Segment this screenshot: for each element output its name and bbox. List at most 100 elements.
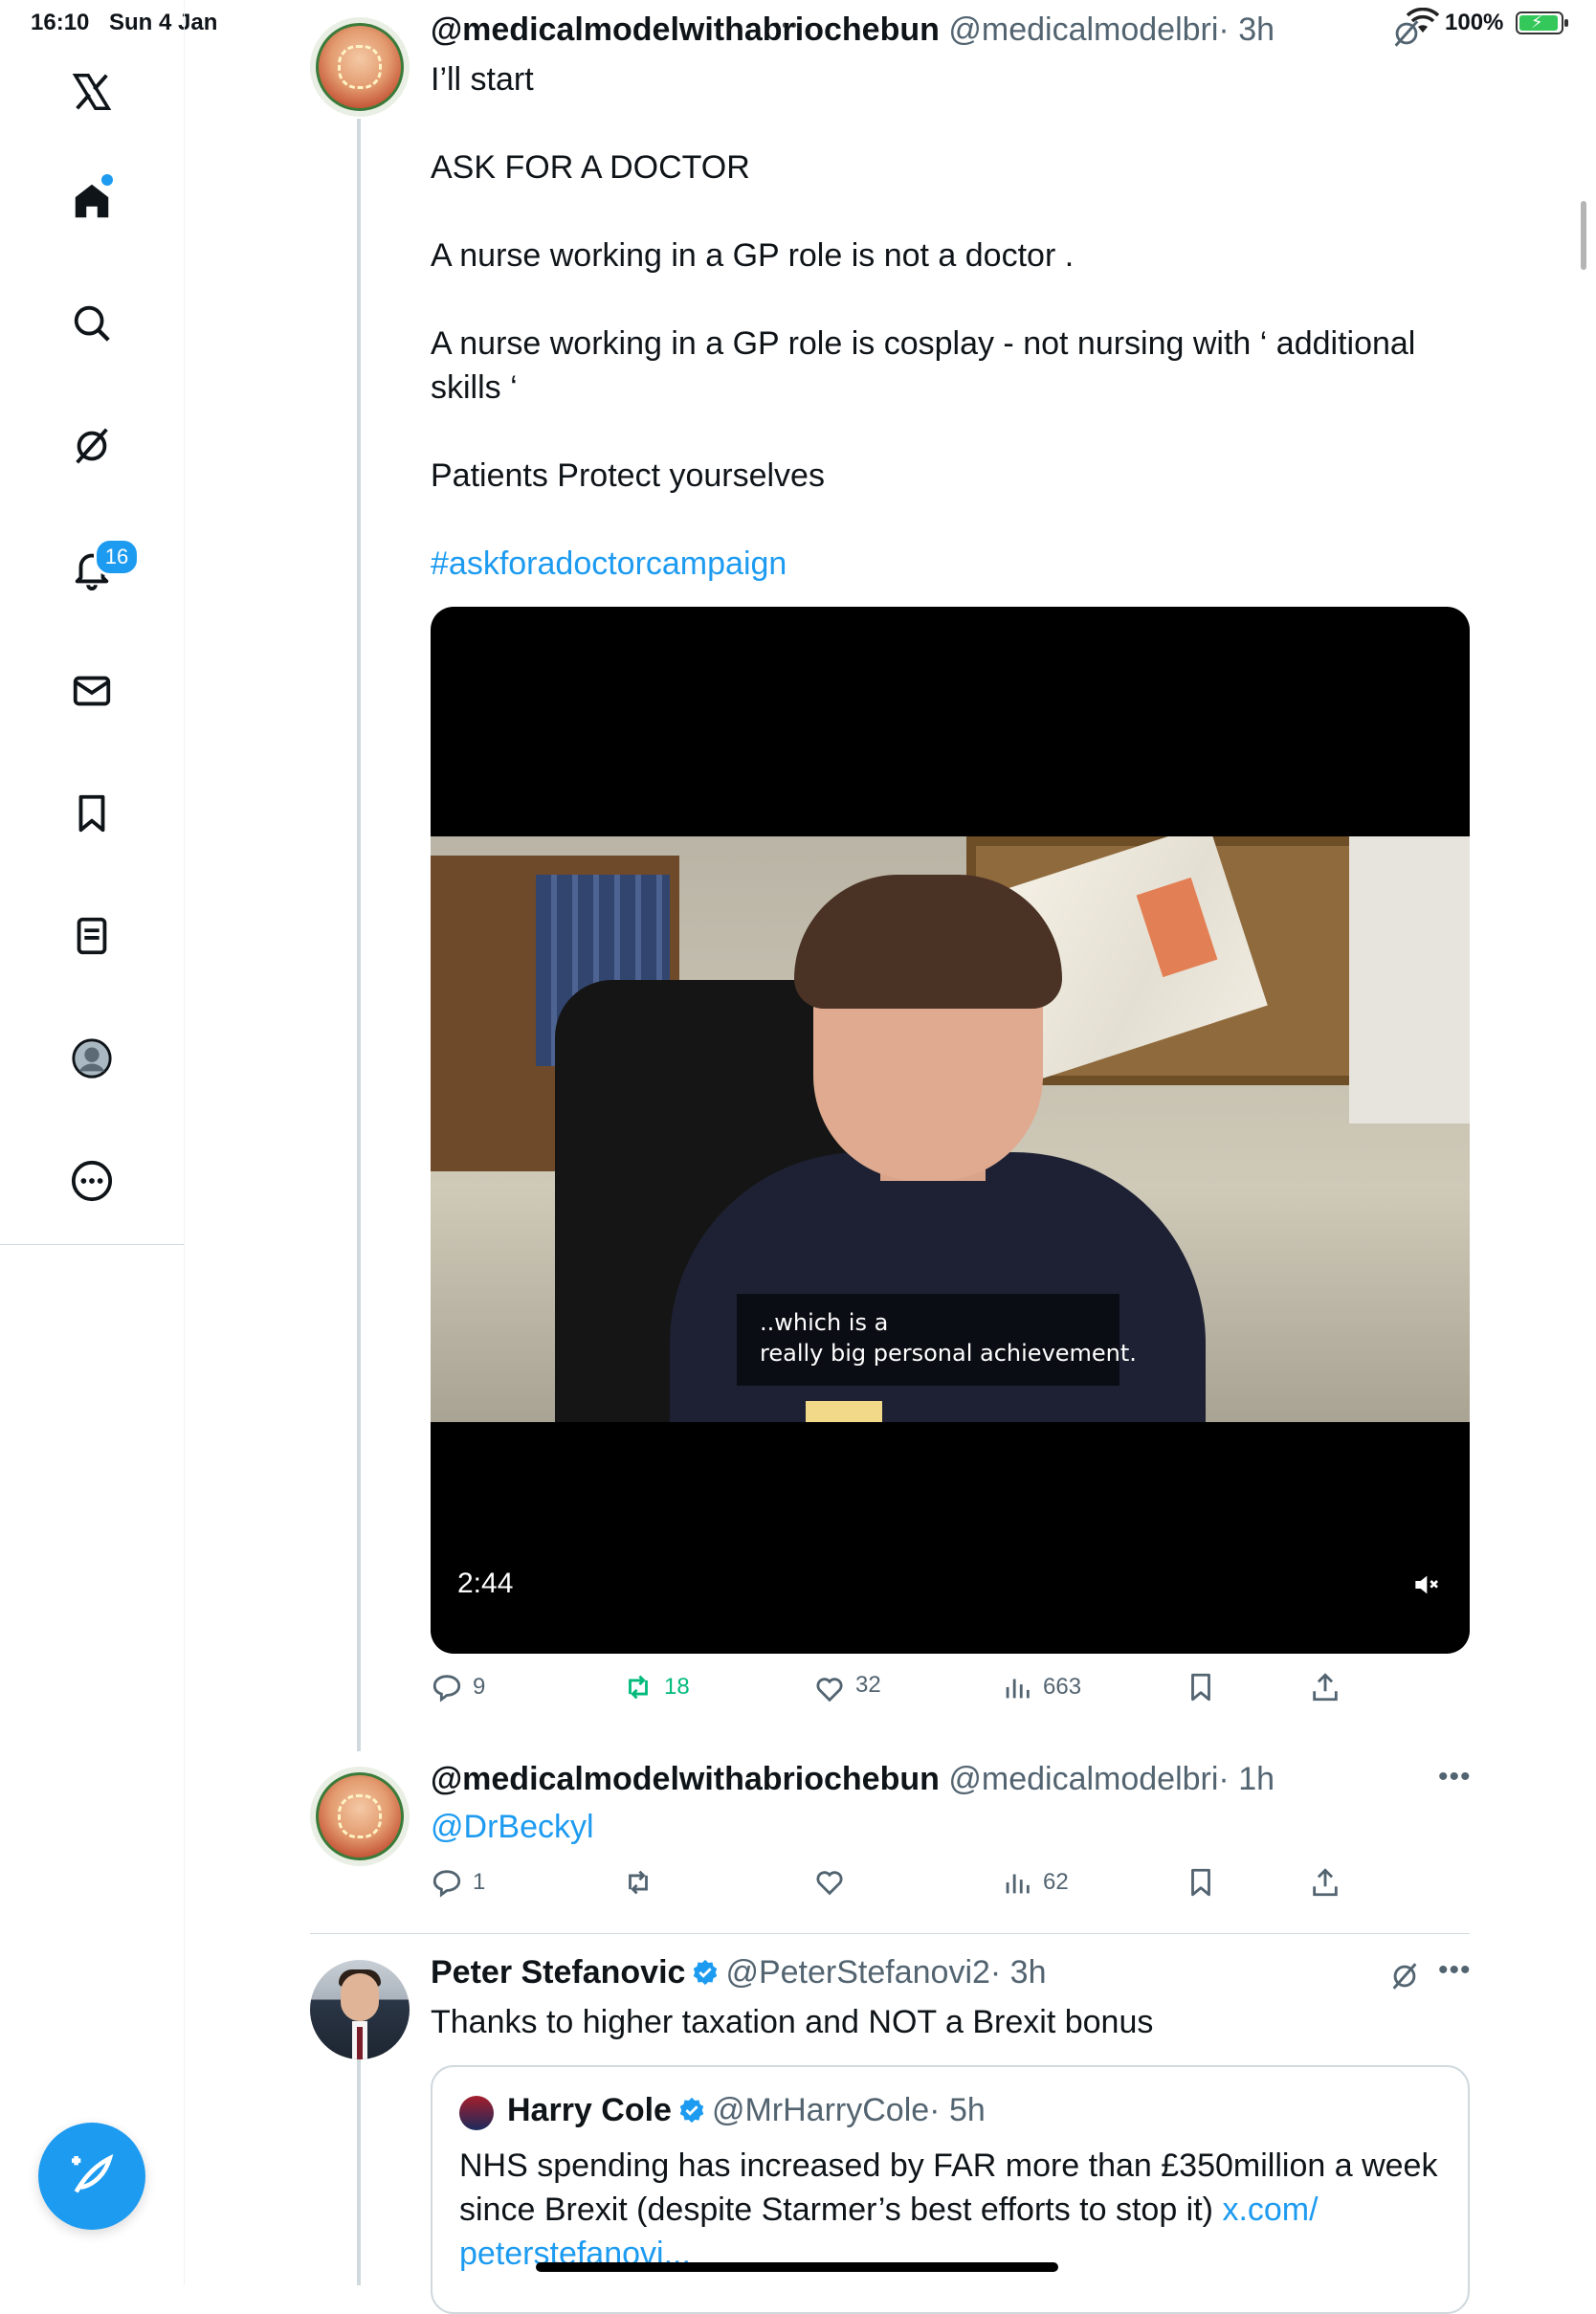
tweet-line: ASK FOR A DOCTOR [431,149,750,186]
tweet-header: @medicalmodelwithabriochebun @medicalmod… [431,11,1275,49]
reply-button[interactable]: 9 [431,1671,485,1703]
share-icon [1313,1673,1338,1702]
quote-body: NHS spending has increased by FAR more t… [459,2144,1445,2276]
profile-avatar-icon[interactable] [63,1030,121,1087]
avatar [459,2096,494,2130]
messages-envelope-icon[interactable] [63,662,121,720]
mention-link[interactable]: @DrBeckyl [431,1805,1474,1849]
home-indicator[interactable] [536,2262,1058,2272]
share-icon [1313,1868,1338,1897]
x-logo-icon[interactable] [63,63,121,121]
reply-count: 9 [473,1674,486,1700]
tweet-time[interactable]: · 3h [1218,11,1275,48]
bookmark-icon [1191,1673,1210,1702]
lists-icon[interactable] [63,907,121,965]
tweet-body: I’ll start ASK FOR A DOCTOR A nurse work… [431,57,1474,586]
home-unread-dot [101,174,113,186]
video-duration: 2:44 [457,1568,514,1599]
scroll-indicator[interactable] [1581,201,1586,270]
tweet-header: @medicalmodelwithabriochebun @medicalmod… [431,1761,1275,1798]
views-chart-icon [1006,1679,1030,1699]
tweet-time[interactable]: · 3h [990,1954,1047,1991]
repost-count: 18 [664,1674,690,1700]
tweet-body: @DrBeckyl [431,1805,1474,1849]
sidebar-divider [0,1244,184,1245]
tweet-body: Thanks to higher taxation and NOT a Brex… [431,2000,1474,2044]
author-handle[interactable]: @PeterStefanovi2 [725,1954,989,1991]
reply-count: 1 [473,1869,486,1895]
thread-line [357,119,361,1751]
feather-plus-icon [72,2153,114,2193]
author-name[interactable]: @medicalmodelwithabriochebun [431,11,940,48]
grok-icon[interactable] [63,417,121,475]
search-icon[interactable] [63,295,121,352]
sidebar: 16 [0,0,185,2285]
compose-post-button[interactable] [38,2123,145,2230]
views-chart-icon [1006,1874,1030,1894]
tweet-line: Thanks to higher taxation and NOT a Brex… [431,2004,1154,2040]
repost-icon [629,1675,648,1700]
verified-badge-icon [679,2097,704,2124]
share-button[interactable] [1309,1671,1341,1703]
quote-author-name: Harry Cole [507,2092,672,2128]
bookmark-icon [1191,1868,1210,1897]
tweet-line: Patients Protect yourselves [431,457,825,494]
author-name[interactable]: Peter Stefanovic [431,1954,685,1991]
views-button[interactable]: 663 [1001,1671,1081,1703]
tweet-line: A nurse working in a GP role is not a do… [431,237,1075,274]
timeline: @medicalmodelwithabriochebun @medicalmod… [185,0,1586,2314]
repost-button[interactable] [622,1866,654,1899]
more-options-icon[interactable] [63,1152,121,1210]
video-player[interactable]: ..which is a really big personal achieve… [431,607,1470,1654]
author-handle[interactable]: @medicalmodelbri [948,1761,1218,1797]
quote-link[interactable]: x.com/ [1222,2192,1318,2228]
reply-button[interactable]: 1 [431,1866,485,1899]
tweet-line: A nurse working in a GP role is cosplay … [431,325,1416,406]
grok-icon[interactable] [1388,1960,1421,1992]
views-count: 663 [1043,1674,1082,1700]
bookmark-button[interactable] [1185,1866,1217,1899]
tweet-header: Peter Stefanovic @PeterStefanovi2· 3h [431,1954,1047,1991]
mute-icon[interactable] [1410,1569,1441,1600]
battery-icon: ⚡ [1516,11,1568,34]
more-options-icon[interactable]: ••• [1438,1761,1472,1793]
subtitle-line: really big personal achievement. [760,1340,1137,1367]
subtitle-line: ..which is a [760,1309,889,1336]
grok-icon[interactable] [1390,17,1423,50]
quoted-tweet[interactable]: Harry Cole @MrHarryCole· 5h NHS spending … [431,2065,1470,2314]
notifications-badge: 16 [94,538,140,576]
reply-icon [432,1870,461,1898]
quote-header: Harry Cole @MrHarryCole· 5h [507,2092,986,2129]
avatar[interactable] [310,1960,410,2059]
thread-line [357,2058,361,2285]
quote-author-handle: @MrHarryCole [711,2092,930,2128]
like-button[interactable] [813,1866,846,1899]
heart-icon [816,1871,843,1896]
hashtag-link[interactable]: #askforadoctorcampaign [431,542,1474,586]
avatar[interactable] [310,17,410,117]
tweet-line: I’ll start [431,61,534,98]
tweet-time[interactable]: · 1h [1218,1761,1275,1797]
video-frame: ..which is a really big personal achieve… [431,836,1470,1422]
avatar[interactable] [310,1767,410,1866]
verified-badge-icon [694,1959,718,1986]
repost-button[interactable]: 18 [622,1671,690,1703]
views-count: 62 [1043,1869,1069,1895]
share-button[interactable] [1309,1866,1341,1899]
author-name[interactable]: @medicalmodelwithabriochebun [431,1761,940,1797]
views-button[interactable]: 62 [1001,1866,1069,1899]
more-options-icon[interactable]: ••• [1438,1954,1472,1987]
author-handle[interactable]: @medicalmodelbri [948,11,1218,48]
video-subtitles: ..which is a really big personal achieve… [737,1294,1137,1386]
repost-icon [629,1870,648,1895]
bookmark-button[interactable] [1185,1671,1217,1703]
like-button[interactable]: 32 [813,1665,881,1705]
tweet-actions: 9 18 32 663 [431,1671,1349,1713]
tweet-divider [310,1933,1470,1934]
quote-time: · 5h [929,2092,986,2128]
heart-icon [816,1678,843,1702]
reply-icon [432,1675,461,1702]
bookmarks-icon[interactable] [63,785,121,842]
tweet-actions: 1 62 [431,1866,1349,1908]
like-count: 32 [855,1672,881,1698]
